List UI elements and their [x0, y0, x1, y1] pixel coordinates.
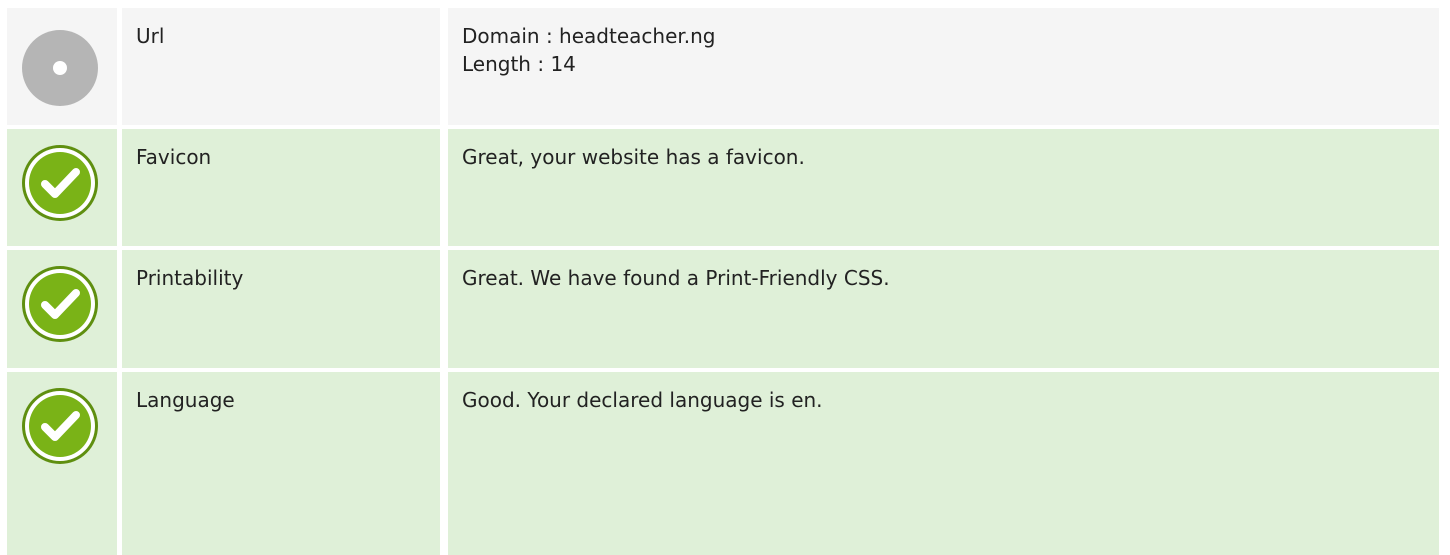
favicon-result-text: Great, your website has a favicon. [462, 145, 805, 169]
report-row-url: Url Domain : headteacher.ng Length : 14 [0, 8, 1450, 125]
neutral-circle-icon [20, 28, 100, 108]
row-value-cell: Domain : headteacher.ng Length : 14 [448, 8, 1439, 125]
row-label: Language [136, 388, 235, 412]
row-value-cell: Great, your website has a favicon. [448, 129, 1439, 246]
status-cell [7, 8, 117, 125]
status-cell [7, 129, 117, 246]
row-label: Printability [136, 266, 244, 290]
seo-report-table: Url Domain : headteacher.ng Length : 14 … [0, 0, 1450, 555]
status-cell [7, 372, 117, 555]
row-label: Url [136, 24, 165, 48]
language-result-text: Good. Your declared language is en. [462, 388, 823, 412]
check-icon [20, 264, 100, 344]
row-label-cell: Language [122, 372, 440, 555]
row-label-cell: Favicon [122, 129, 440, 246]
row-label-cell: Printability [122, 250, 440, 368]
row-value-cell: Good. Your declared language is en. [448, 372, 1439, 555]
status-cell [7, 250, 117, 368]
row-label-cell: Url [122, 8, 440, 125]
row-value-cell: Great. We have found a Print-Friendly CS… [448, 250, 1439, 368]
report-row-printability: Printability Great. We have found a Prin… [0, 250, 1450, 368]
report-row-language: Language Good. Your declared language is… [0, 372, 1450, 555]
printability-result-text: Great. We have found a Print-Friendly CS… [462, 266, 890, 290]
url-length-text: Length : 14 [462, 52, 576, 76]
check-icon [20, 386, 100, 466]
report-row-favicon: Favicon Great, your website has a favico… [0, 129, 1450, 246]
check-icon [20, 143, 100, 223]
url-domain-text: Domain : headteacher.ng [462, 24, 716, 48]
row-label: Favicon [136, 145, 212, 169]
